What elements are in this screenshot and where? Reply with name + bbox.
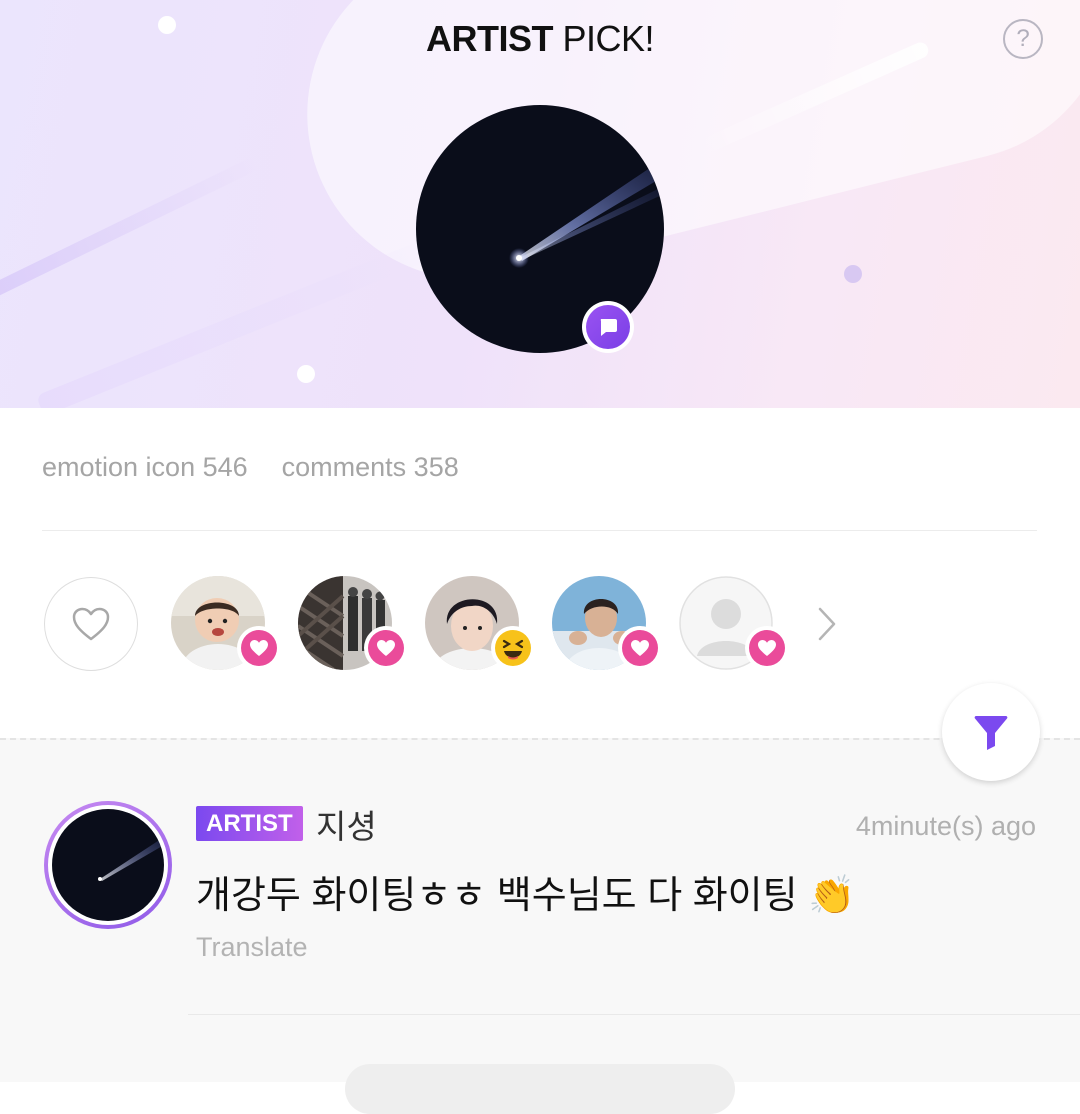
post-badge	[582, 301, 634, 353]
filter-button[interactable]	[942, 683, 1040, 781]
page-title: ARTIST PICK!	[0, 18, 1080, 66]
background-streak	[0, 156, 260, 314]
reactor-avatar[interactable]	[425, 576, 535, 672]
background-dot	[844, 265, 862, 283]
chat-bubble-icon	[600, 319, 617, 336]
divider	[188, 1014, 1080, 1015]
like-button[interactable]	[44, 577, 138, 671]
help-icon: ?	[1016, 25, 1030, 52]
artist-badge: ARTIST	[196, 806, 303, 841]
help-button[interactable]: ?	[1003, 19, 1043, 59]
laughing-emoji-icon	[495, 630, 531, 666]
divider	[42, 530, 1037, 531]
reaction-badge	[237, 626, 281, 670]
reaction-badge	[491, 626, 535, 670]
artist-pick-header: ARTIST PICK! ?	[0, 0, 1080, 408]
heart-icon	[758, 640, 776, 656]
chevron-right-icon[interactable]	[812, 604, 842, 644]
reaction-badge	[364, 626, 408, 670]
avatar	[52, 809, 164, 921]
heart-icon	[250, 640, 268, 656]
reactor-avatar[interactable]	[298, 576, 408, 672]
background-streak	[35, 238, 434, 408]
heart-outline-icon	[72, 607, 110, 641]
background-dot	[297, 365, 315, 383]
bottom-bar	[345, 1064, 735, 1114]
reactor-avatar[interactable]	[552, 576, 662, 672]
comment-author-avatar[interactable]	[44, 801, 172, 929]
post-stats: emotion icon 546 comments 358	[42, 452, 459, 483]
reaction-badge	[618, 626, 662, 670]
translate-link[interactable]: Translate	[196, 932, 308, 963]
title-light-text: PICK!	[562, 18, 655, 59]
emotion-count[interactable]: emotion icon 546	[42, 452, 248, 482]
reaction-badge	[745, 626, 789, 670]
reactor-avatar[interactable]	[171, 576, 281, 672]
comment-text: 개강두 화이팅ㅎㅎ 백수님도 다 화이팅 👏	[196, 875, 856, 917]
comment-author-name[interactable]: 지셩	[316, 800, 377, 848]
heart-icon	[631, 640, 649, 656]
filter-icon	[974, 716, 1008, 750]
reactor-avatar[interactable]	[679, 576, 789, 672]
comment-timestamp: 4minute(s) ago	[855, 811, 1036, 841]
heart-icon	[377, 640, 395, 656]
comment-count[interactable]: comments 358	[282, 452, 459, 482]
title-bold-text: ARTIST	[425, 18, 554, 59]
